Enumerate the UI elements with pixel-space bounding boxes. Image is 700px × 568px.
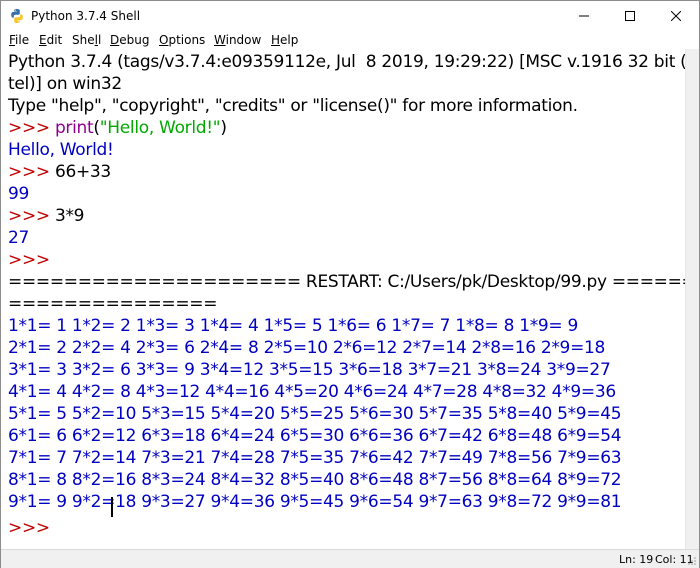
window-title: Python 3.7.4 Shell	[31, 9, 141, 23]
shell-prompt: >>>	[8, 162, 55, 182]
table-row: 2*1= 2 2*2= 4 2*3= 6 2*4= 8 2*5=10 2*6=1…	[8, 338, 606, 358]
menu-window[interactable]: Window	[214, 32, 261, 48]
table-row: 8*1= 8 8*2=16 8*3=24 8*4=32 8*5=40 8*6=4…	[8, 470, 622, 490]
banner-line-2: tel)] on win32	[8, 74, 122, 94]
menu-file[interactable]: File	[9, 32, 29, 48]
input-line-print: >>> print("Hello, World!")	[8, 118, 227, 138]
output-line: Hello, World!	[8, 140, 114, 160]
banner-line-3: Type "help", "copyright", "credits" or "…	[8, 96, 578, 116]
input-line: >>> 66+33	[8, 162, 111, 182]
maximize-icon	[625, 11, 635, 21]
menu-bar: File Edit Shell Debug Options Window Hel…	[1, 31, 699, 49]
close-button[interactable]	[653, 1, 699, 31]
vertical-scrollbar[interactable]	[685, 49, 699, 549]
idle-shell-window: Python 3.7.4 Shell File Edit Shell Debug…	[0, 0, 700, 568]
string-literal: "Hello, World!"	[99, 118, 221, 138]
table-row: 7*1= 7 7*2=14 7*3=21 7*4=28 7*5=35 7*6=4…	[8, 448, 622, 468]
minimize-icon	[579, 15, 589, 17]
output-line: 99	[8, 184, 30, 204]
menu-edit[interactable]: Edit	[39, 32, 62, 48]
table-row: 1*1= 1 1*2= 2 1*3= 3 1*4= 4 1*5= 5 1*6= …	[8, 316, 578, 336]
resize-grip-icon[interactable]	[687, 556, 697, 566]
title-bar[interactable]: Python 3.7.4 Shell	[1, 1, 699, 31]
status-bar: Ln: 19 Col: 11	[1, 549, 699, 568]
input-line: >>> 3*9	[8, 206, 85, 226]
menu-help[interactable]: Help	[271, 32, 298, 48]
table-row: 4*1= 4 4*2= 8 4*3=12 4*4=16 4*5=20 4*6=2…	[8, 382, 616, 402]
output-line: 27	[8, 228, 30, 248]
menu-shell[interactable]: Shell	[72, 32, 101, 48]
banner-line-1: Python 3.7.4 (tags/v3.7.4:e09359112e, Ju…	[8, 52, 685, 72]
shell-prompt: >>>	[8, 518, 50, 538]
shell-prompt: >>>	[8, 118, 55, 138]
restart-line-1: ===================== RESTART: C:/Users/…	[8, 272, 685, 292]
table-row: 3*1= 3 3*2= 6 3*3= 9 3*4=12 3*5=15 3*6=1…	[8, 360, 611, 380]
shell-prompt: >>>	[8, 206, 55, 226]
menu-options[interactable]: Options	[159, 32, 205, 48]
maximize-button[interactable]	[607, 1, 653, 31]
shell-prompt: >>>	[8, 250, 55, 270]
builtin-keyword: print	[54, 118, 94, 138]
table-row: 5*1= 5 5*2=10 5*3=15 5*4=20 5*5=25 5*6=3…	[8, 404, 622, 424]
shell-text-area[interactable]: Python 3.7.4 (tags/v3.7.4:e09359112e, Ju…	[1, 49, 685, 549]
table-row: 6*1= 6 6*2=12 6*3=18 6*4=24 6*5=30 6*6=3…	[8, 426, 622, 446]
status-line: Ln: 19	[619, 553, 654, 566]
restart-line-2: ===============	[8, 294, 218, 314]
text-cursor	[111, 497, 113, 517]
menu-debug[interactable]: Debug	[110, 32, 149, 48]
close-icon	[671, 11, 681, 21]
python-logo-icon	[11, 9, 23, 23]
minimize-button[interactable]	[561, 1, 607, 31]
table-row: 9*1= 9 9*2=18 9*3=27 9*4=36 9*5=45 9*6=5…	[8, 492, 622, 512]
